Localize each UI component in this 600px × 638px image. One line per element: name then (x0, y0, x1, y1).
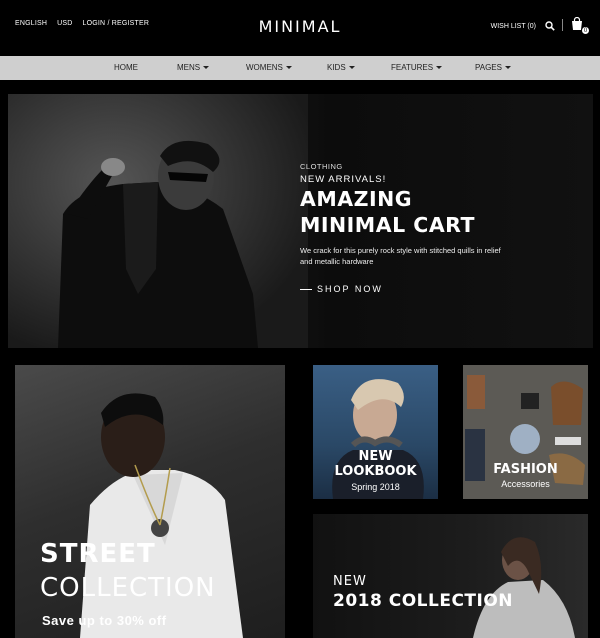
hero-category: CLOTHING (300, 162, 343, 171)
fashion-title: FASHION (493, 462, 558, 477)
nav-label: WOMENS (246, 63, 283, 72)
collection-title-line2: 2018 COLLECTION (333, 591, 514, 611)
nav-label: HOME (114, 63, 138, 72)
lookbook-title-line1: NEW (358, 449, 393, 464)
wishlist-link[interactable]: WISH LIST (0) (491, 23, 536, 30)
top-actions: WISH LIST (0) 0 (491, 16, 590, 35)
lookbook-title-line2: LOOKBOOK (334, 464, 417, 479)
hero-title-line1: AMAZING (300, 187, 413, 211)
cta-line (300, 288, 312, 290)
fashion-subtitle: Accessories (501, 479, 550, 489)
new-collection-banner[interactable]: NEW 2018 COLLECTION (313, 514, 588, 638)
street-collection-banner[interactable]: STREET COLLECTION Save up to 30% off (15, 365, 285, 638)
caret-down-icon (436, 66, 443, 70)
nav-label: FEATURES (391, 63, 434, 72)
hero-caption: CLOTHING NEW ARRIVALS! AMAZING MINIMAL C… (300, 162, 510, 294)
street-offer: Save up to 30% off (42, 613, 167, 628)
caret-down-icon (348, 66, 355, 70)
cart-count-badge: 0 (581, 26, 590, 35)
nav-item-home[interactable]: HOME (114, 63, 138, 72)
top-bar: ENGLISH USD LOGIN / REGISTER MINIMAL WIS… (0, 0, 600, 56)
fashion-accessories-banner[interactable]: FASHION Accessories (463, 365, 588, 499)
street-title-line1: STREET (40, 539, 156, 569)
nav-label: MENS (177, 63, 201, 72)
cart-button[interactable]: 0 (570, 16, 590, 35)
hero-description: We crack for this purely rock style with… (300, 246, 501, 266)
shop-now-label: SHOP NOW (317, 284, 383, 294)
nav-item-mens[interactable]: MENS (177, 63, 210, 72)
shop-now-button[interactable]: SHOP NOW (300, 284, 510, 294)
nav-item-features[interactable]: FEATURES (391, 63, 443, 72)
hero-title-line2: MINIMAL CART (300, 213, 476, 237)
hero-model-photo (8, 94, 308, 348)
divider (562, 19, 563, 31)
lookbook-season: Spring 2018 (351, 482, 400, 492)
collection-title-line1: NEW (333, 574, 367, 589)
lookbook-banner[interactable]: NEW LOOKBOOK Spring 2018 (313, 365, 438, 499)
nav-label: PAGES (475, 63, 502, 72)
hero-subtitle: NEW ARRIVALS! (300, 174, 387, 185)
main-nav: HOME MENS WOMENS KIDS FEATURES PAGES (0, 56, 600, 80)
caret-down-icon (504, 66, 511, 70)
nav-item-womens[interactable]: WOMENS (246, 63, 292, 72)
hero-slider[interactable]: CLOTHING NEW ARRIVALS! AMAZING MINIMAL C… (8, 94, 593, 348)
caret-down-icon (203, 66, 210, 70)
nav-item-pages[interactable]: PAGES (475, 63, 511, 72)
street-title-line2: COLLECTION (40, 573, 216, 603)
caret-down-icon (285, 66, 292, 70)
nav-item-kids[interactable]: KIDS (327, 63, 355, 72)
nav-label: KIDS (327, 63, 346, 72)
search-icon[interactable] (545, 21, 555, 31)
